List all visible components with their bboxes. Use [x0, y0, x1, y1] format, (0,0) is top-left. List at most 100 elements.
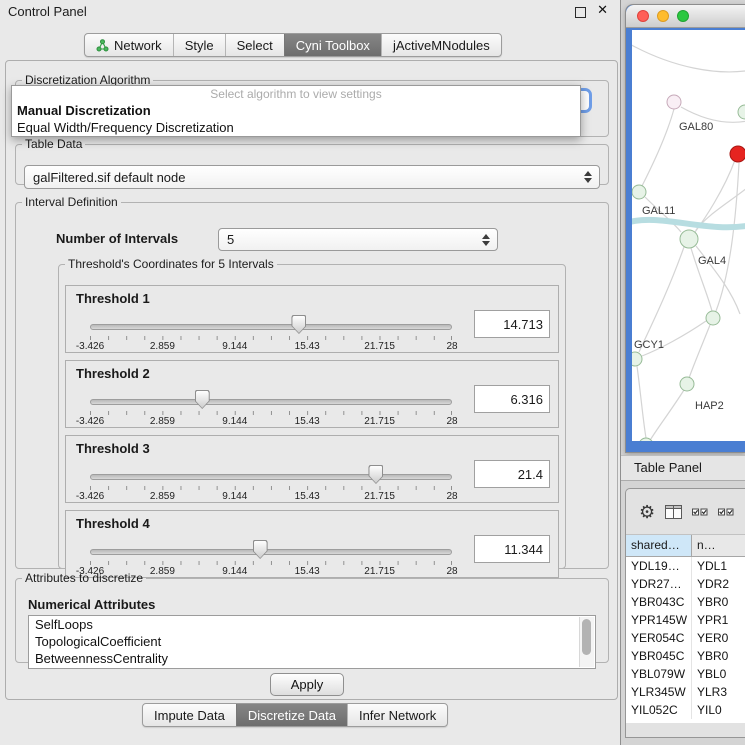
- tab-jactivemnodules[interactable]: jActiveMNodules: [381, 34, 501, 56]
- scale-label: 2.859: [150, 491, 175, 502]
- column-header-shared-name[interactable]: shared…: [626, 535, 692, 556]
- minimize-window-icon[interactable]: [657, 10, 669, 22]
- slider-scale-labels: -3.4262.8599.14415.4321.71528: [90, 491, 452, 502]
- slider-thumb[interactable]: [195, 390, 210, 409]
- tab-discretize-data[interactable]: Discretize Data: [236, 704, 347, 726]
- tab-style[interactable]: Style: [173, 34, 225, 56]
- tab-cyni-toolbox[interactable]: Cyni Toolbox: [284, 34, 381, 56]
- table-row[interactable]: YBL079WYBL0: [626, 665, 745, 683]
- table-row[interactable]: YBR045CYBR0: [626, 647, 745, 665]
- table-row[interactable]: YDR27…YDR2: [626, 575, 745, 593]
- slider-thumb[interactable]: [368, 465, 383, 484]
- number-of-intervals-combobox[interactable]: 5: [218, 228, 498, 251]
- table-row[interactable]: YDL19…YDL1: [626, 557, 745, 575]
- threshold-label: Threshold 4: [76, 516, 150, 531]
- network-node-label: GCY1: [634, 339, 664, 351]
- scale-label: 21.715: [364, 491, 395, 502]
- threshold-slider[interactable]: -3.4262.8599.14415.4321.71528: [90, 387, 452, 427]
- scale-label: 15.43: [295, 416, 320, 427]
- attribute-list-item[interactable]: TopologicalCoefficient: [29, 633, 595, 650]
- numerical-attributes-list: SelfLoopsTopologicalCoefficientBetweenne…: [28, 615, 596, 669]
- threshold-value-field[interactable]: 6.316: [474, 385, 550, 413]
- apply-button[interactable]: Apply: [270, 673, 344, 696]
- column-header-name[interactable]: n…: [692, 535, 745, 556]
- slider-tick-marks: [90, 411, 452, 415]
- network-window-titlebar[interactable]: [626, 5, 745, 28]
- tab-label: jActiveMNodules: [393, 38, 490, 53]
- table-row[interactable]: YPR145WYPR1: [626, 611, 745, 629]
- tab-label: Select: [237, 38, 273, 53]
- slider-track[interactable]: [90, 399, 452, 405]
- network-node[interactable]: [632, 352, 642, 366]
- scale-label: -3.426: [76, 491, 104, 502]
- network-node[interactable]: [632, 185, 646, 199]
- cell-shared-name: YER054C: [626, 629, 692, 647]
- table-data-combobox[interactable]: galFiltered.sif default node: [24, 165, 600, 189]
- close-window-icon[interactable]: [637, 10, 649, 22]
- scale-label: 21.715: [364, 341, 395, 352]
- scale-label: 9.144: [222, 491, 247, 502]
- table-toolbar: ⚙: [626, 489, 745, 535]
- table-row[interactable]: YLR345WYLR3: [626, 683, 745, 701]
- table-row[interactable]: YBR043CYBR0: [626, 593, 745, 611]
- cyni-toolbox-pane: Discretization Algorithm Select algorith…: [5, 60, 618, 700]
- cell-shared-name: YBR045C: [626, 647, 692, 665]
- network-node[interactable]: [680, 230, 698, 248]
- tab-label: Style: [185, 38, 214, 53]
- settings-gear-icon[interactable]: ⚙: [639, 503, 655, 521]
- scale-label: 2.859: [150, 416, 175, 427]
- table-row[interactable]: YER054CYER0: [626, 629, 745, 647]
- network-thick-edge: [632, 220, 745, 227]
- network-node[interactable]: [680, 377, 694, 391]
- tab-impute-data[interactable]: Impute Data: [143, 704, 236, 726]
- tab-infer-network[interactable]: Infer Network: [347, 704, 447, 726]
- slider-track[interactable]: [90, 324, 452, 330]
- attributes-scrollbar[interactable]: [579, 617, 594, 667]
- popup-item-equal-width-frequency[interactable]: Equal Width/Frequency Discretization: [12, 119, 580, 136]
- popup-placeholder-item: Select algorithm to view settings: [12, 86, 580, 102]
- cell-name: YBL0: [692, 665, 745, 683]
- numerical-attributes-label: Numerical Attributes: [28, 597, 155, 612]
- slider-track[interactable]: [90, 474, 452, 480]
- attribute-list-item[interactable]: BetweennessCentrality: [29, 650, 595, 667]
- bottom-tabstrip: Impute Data Discretize Data Infer Network: [142, 703, 448, 727]
- attribute-list-item[interactable]: SelfLoops: [29, 616, 595, 633]
- control-panel: Control Panel ✕ NetworkStyleSelectCyni T…: [0, 0, 621, 745]
- network-graph: GAL80GAL11GAL4GCY1HAP2: [632, 30, 745, 441]
- scrollbar-thumb[interactable]: [582, 619, 591, 655]
- show-columns-icon[interactable]: [665, 505, 682, 519]
- close-panel-icon[interactable]: ✕: [597, 2, 608, 18]
- tab-label: Discretize Data: [248, 708, 336, 723]
- threshold-slider[interactable]: -3.4262.8599.14415.4321.71528: [90, 462, 452, 502]
- network-canvas[interactable]: GAL80GAL11GAL4GCY1HAP2: [632, 30, 745, 441]
- popup-item-manual-discretization[interactable]: Manual Discretization: [12, 102, 580, 119]
- zoom-window-icon[interactable]: [677, 10, 689, 22]
- tab-select[interactable]: Select: [225, 34, 284, 56]
- table-data-selected-value: galFiltered.sif default node: [33, 170, 185, 185]
- network-node-label: GAL80: [679, 121, 713, 133]
- network-node[interactable]: [667, 95, 681, 109]
- network-edge: [649, 390, 684, 441]
- float-window-icon[interactable]: [575, 7, 586, 18]
- threshold-value-field[interactable]: 11.344: [474, 535, 550, 563]
- cell-shared-name: YLR345W: [626, 683, 692, 701]
- select-columns-right-icon[interactable]: [718, 506, 734, 518]
- tab-label: Infer Network: [359, 708, 436, 723]
- select-columns-left-icon[interactable]: [692, 506, 708, 518]
- threshold-slider[interactable]: -3.4262.8599.14415.4321.71528: [90, 312, 452, 352]
- scale-label: -3.426: [76, 416, 104, 427]
- tab-network[interactable]: Network: [85, 34, 173, 56]
- slider-thumb[interactable]: [291, 315, 306, 334]
- slider-track[interactable]: [90, 549, 452, 555]
- cell-shared-name: YBL079W: [626, 665, 692, 683]
- network-node[interactable]: [706, 311, 720, 325]
- right-column: GAL80GAL11GAL4GCY1HAP2 Table Panel ⚙: [621, 0, 745, 745]
- network-node[interactable]: [738, 105, 745, 119]
- threshold-value-field[interactable]: 14.713: [474, 310, 550, 338]
- network-node[interactable]: [730, 146, 745, 162]
- network-view-window: GAL80GAL11GAL4GCY1HAP2: [625, 4, 745, 453]
- slider-thumb[interactable]: [253, 540, 268, 559]
- table-row[interactable]: YIL052CYIL0: [626, 701, 745, 719]
- threshold-value-field[interactable]: 21.4: [474, 460, 550, 488]
- interval-definition-label: Interval Definition: [22, 195, 121, 209]
